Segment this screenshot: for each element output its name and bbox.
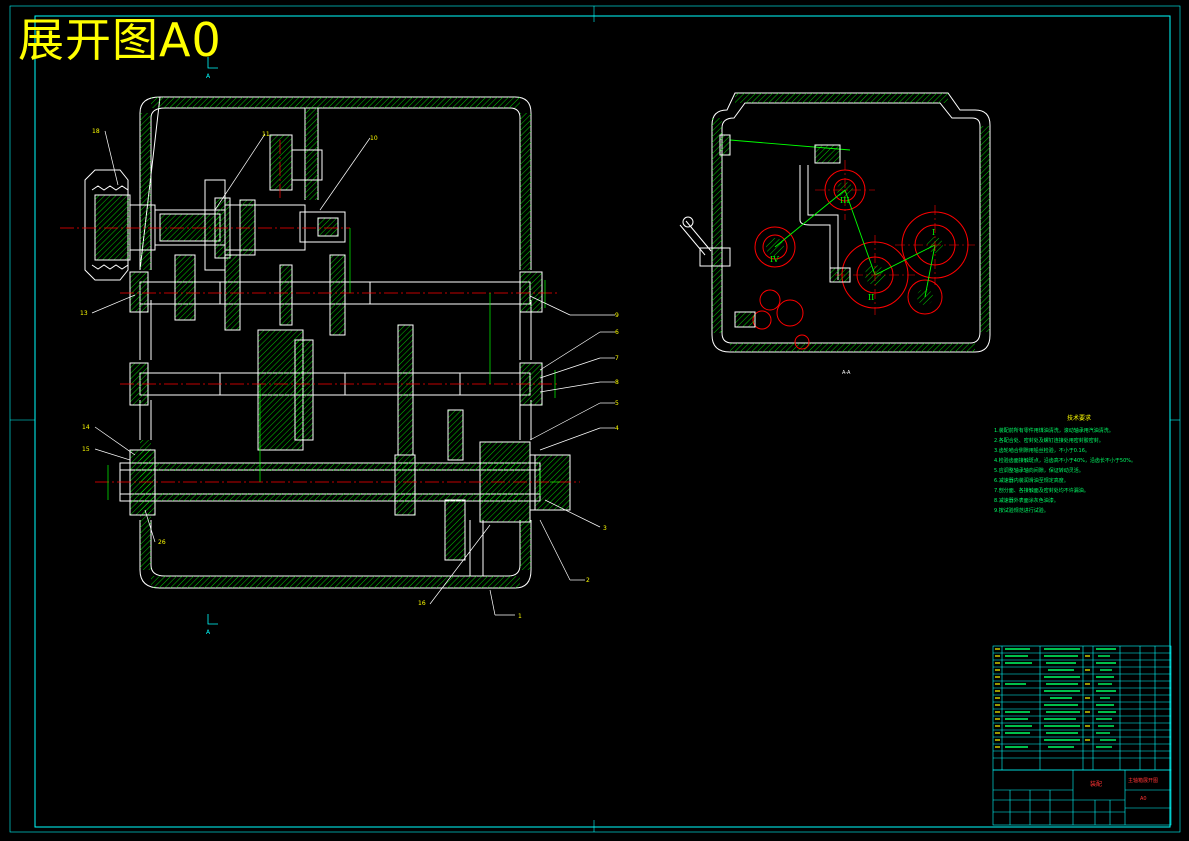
- technical-note-line: 9.按试验规范进行试验。: [994, 508, 1049, 514]
- spindle-shaft: [119, 441, 571, 561]
- part-label: 3: [603, 525, 607, 532]
- part-label: 15: [82, 446, 90, 453]
- technical-notes: 技术要求 1.装配前所有零件用煤油清洗，滚动轴承用汽油清洗。 2.各配合处、密封…: [994, 414, 1164, 516]
- part-label: 4: [615, 425, 619, 432]
- part-label: 10: [370, 135, 378, 142]
- technical-note-line: 6.减速器内装润滑油至规定高度。: [994, 478, 1069, 484]
- roman-numeral: II: [868, 293, 874, 302]
- part-label: 14: [82, 424, 90, 431]
- shaft-2: [129, 324, 543, 461]
- drawing-title: 展开图A0: [18, 13, 222, 67]
- technical-note-line: 2.各配合处、密封处及螺钉连接处用密封胶密封。: [994, 438, 1104, 444]
- part-label: 2: [586, 577, 590, 584]
- bom-entries: [1005, 648, 1116, 748]
- clutch-shaft: [204, 134, 346, 271]
- technical-note-line: 1.装配前所有零件用煤油清洗，滚动轴承用汽油清洗。: [994, 428, 1114, 434]
- roman-numeral: I: [932, 228, 935, 237]
- bom-table: [992, 645, 1172, 771]
- section-view-gears: [752, 169, 969, 350]
- part-label: 16: [418, 600, 426, 607]
- technical-note-line: 4.检验齿面接触斑点，沿齿高不小于40%，沿齿长不小于50%。: [994, 458, 1136, 464]
- technical-note-line: 5.应调整轴承轴向间隙，保证转动灵活。: [994, 468, 1084, 474]
- technical-note-line: 8.减速器外表面涂灰色油漆。: [994, 498, 1059, 504]
- section-view-lever: [679, 134, 851, 328]
- title-block-drawing-name: 主轴箱展开图: [1128, 777, 1158, 784]
- roman-numeral: IV: [770, 255, 779, 264]
- section-marks: [207, 57, 218, 625]
- section-view-centerlines: [815, 160, 975, 315]
- shaft-1: [129, 254, 543, 336]
- part-label: 6: [615, 329, 619, 336]
- technical-note-line: 3.齿轮啮合侧隙用铅丝检验，不小于0.16。: [994, 448, 1090, 454]
- title-block-drawing-number: A0: [1140, 796, 1147, 802]
- part-label: 13: [80, 310, 88, 317]
- section-mark-bottom: A: [206, 629, 211, 636]
- part-label: 9: [615, 312, 619, 319]
- technical-notes-title: 技术要求: [1066, 415, 1091, 422]
- part-label: 7: [615, 355, 619, 362]
- title-block-label: 装配: [1090, 780, 1102, 788]
- section-mark-top: A: [206, 73, 211, 80]
- roman-numeral: III: [840, 196, 849, 205]
- drive-pulley: [84, 169, 226, 281]
- part-label: 5: [615, 400, 619, 407]
- technical-note-line: 7.剖分面、各接触面及密封处均不许漏油。: [994, 488, 1089, 494]
- section-view-label: A-A: [842, 370, 851, 376]
- part-label: 1: [518, 613, 522, 620]
- part-label: 18: [92, 128, 100, 135]
- gearbox-housing: [139, 96, 532, 589]
- part-label: 11: [262, 131, 270, 138]
- section-view-gear-fill: [766, 182, 943, 305]
- part-label: 8: [615, 379, 619, 386]
- part-label: 26: [158, 539, 166, 546]
